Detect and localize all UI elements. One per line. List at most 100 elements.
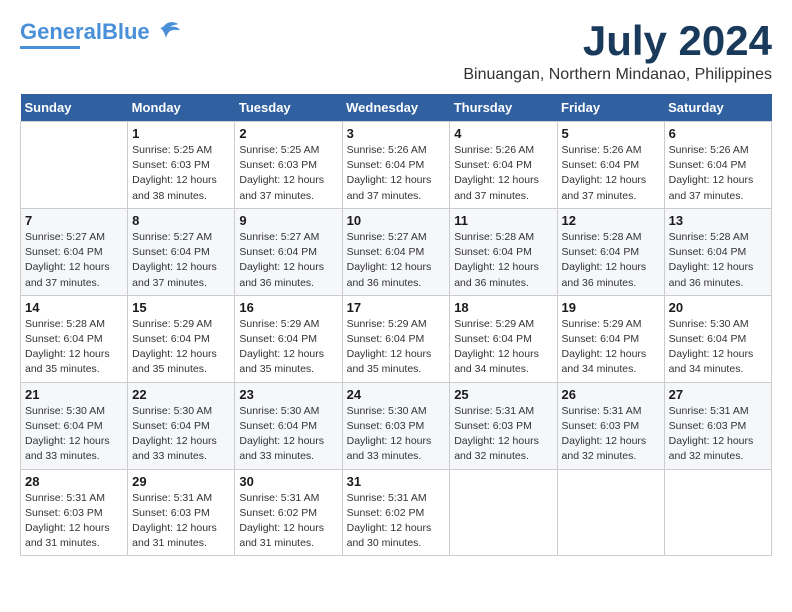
calendar-cell: 9 Sunrise: 5:27 AM Sunset: 6:04 PM Daylig… [235, 208, 342, 295]
calendar-week-row: 7 Sunrise: 5:27 AM Sunset: 6:04 PM Daylig… [21, 208, 772, 295]
calendar-header-row: SundayMondayTuesdayWednesdayThursdayFrid… [21, 94, 772, 122]
calendar-col-tuesday: Tuesday [235, 94, 342, 122]
calendar-cell: 30Sunrise: 5:31 AM Sunset: 6:02 PM Dayli… [235, 469, 342, 556]
calendar-week-row: 28 Sunrise: 5:31 AM Sunset: 6:03 PM Dayli… [21, 469, 772, 556]
calendar-cell: 31Sunrise: 5:31 AM Sunset: 6:02 PM Dayli… [342, 469, 450, 556]
day-number: 20 [669, 300, 767, 315]
calendar-cell: 21Sunrise: 5:30 AM Sunset: 6:04 PM Dayli… [21, 382, 128, 469]
day-info: Sunrise: 5:31 AM Sunset: 6:03 PM Dayligh… [25, 491, 123, 552]
day-info: Sunrise: 5:25 AM Sunset: 6:03 PM Dayligh… [239, 143, 337, 204]
day-info: Sunrise: 5:25 AM Sunset: 6:03 PM Dayligh… [132, 143, 230, 204]
day-info: Sunrise: 5:31 AM Sunset: 6:03 PM Dayligh… [562, 404, 660, 465]
day-number: 1 [132, 126, 230, 141]
calendar-cell: 12 Sunrise: 5:28 AM Sunset: 6:04 PM Dayli… [557, 208, 664, 295]
day-info: Sunrise: 5:28 AM Sunset: 6:04 PM Dayligh… [25, 317, 123, 378]
day-number: 9 [239, 213, 337, 228]
calendar-cell [664, 469, 771, 556]
day-info: Sunrise: 5:30 AM Sunset: 6:04 PM Dayligh… [669, 317, 767, 378]
day-info: Sunrise: 5:28 AM Sunset: 6:04 PM Dayligh… [454, 230, 552, 291]
logo-divider [20, 46, 80, 49]
day-number: 21 [25, 387, 123, 402]
calendar-cell: 22Sunrise: 5:30 AM Sunset: 6:04 PM Dayli… [128, 382, 235, 469]
calendar-cell: 26 Sunrise: 5:31 AM Sunset: 6:03 PM Dayli… [557, 382, 664, 469]
calendar-cell: 20 Sunrise: 5:30 AM Sunset: 6:04 PM Dayli… [664, 295, 771, 382]
day-number: 7 [25, 213, 123, 228]
day-number: 31 [347, 474, 446, 489]
day-info: Sunrise: 5:31 AM Sunset: 6:03 PM Dayligh… [454, 404, 552, 465]
logo-bird-icon [152, 20, 180, 44]
day-number: 25 [454, 387, 552, 402]
calendar-cell: 7 Sunrise: 5:27 AM Sunset: 6:04 PM Daylig… [21, 208, 128, 295]
logo-general: General [20, 19, 102, 44]
calendar-week-row: 21 Sunrise: 5:30 AM Sunset: 6:04 PM Dayli… [21, 382, 772, 469]
calendar-cell: 2 Sunrise: 5:25 AM Sunset: 6:03 PM Daylig… [235, 122, 342, 209]
calendar-week-row: 1 Sunrise: 5:25 AM Sunset: 6:03 PM Daylig… [21, 122, 772, 209]
day-info: Sunrise: 5:29 AM Sunset: 6:04 PM Dayligh… [347, 317, 446, 378]
day-info: Sunrise: 5:28 AM Sunset: 6:04 PM Dayligh… [562, 230, 660, 291]
calendar-cell [450, 469, 557, 556]
day-number: 16 [239, 300, 337, 315]
day-number: 23 [239, 387, 337, 402]
calendar-col-monday: Monday [128, 94, 235, 122]
calendar-col-friday: Friday [557, 94, 664, 122]
day-info: Sunrise: 5:31 AM Sunset: 6:03 PM Dayligh… [132, 491, 230, 552]
calendar-cell: 29 Sunrise: 5:31 AM Sunset: 6:03 PM Dayli… [128, 469, 235, 556]
day-number: 14 [25, 300, 123, 315]
calendar-cell: 24Sunrise: 5:30 AM Sunset: 6:03 PM Dayli… [342, 382, 450, 469]
day-info: Sunrise: 5:29 AM Sunset: 6:04 PM Dayligh… [239, 317, 337, 378]
page-header: GeneralBlue July 2024 Binuangan, Norther… [20, 20, 772, 84]
day-number: 26 [562, 387, 660, 402]
day-number: 3 [347, 126, 446, 141]
calendar-cell: 6 Sunrise: 5:26 AM Sunset: 6:04 PM Daylig… [664, 122, 771, 209]
calendar-cell [557, 469, 664, 556]
day-number: 17 [347, 300, 446, 315]
day-number: 6 [669, 126, 767, 141]
day-number: 13 [669, 213, 767, 228]
calendar-col-thursday: Thursday [450, 94, 557, 122]
title-section: July 2024 Binuangan, Northern Mindanao, … [463, 20, 772, 84]
day-info: Sunrise: 5:27 AM Sunset: 6:04 PM Dayligh… [25, 230, 123, 291]
calendar-cell: 4Sunrise: 5:26 AM Sunset: 6:04 PM Daylig… [450, 122, 557, 209]
calendar-cell: 18 Sunrise: 5:29 AM Sunset: 6:04 PM Dayli… [450, 295, 557, 382]
day-number: 27 [669, 387, 767, 402]
calendar-cell: 25 Sunrise: 5:31 AM Sunset: 6:03 PM Dayli… [450, 382, 557, 469]
calendar-cell: 27 Sunrise: 5:31 AM Sunset: 6:03 PM Dayli… [664, 382, 771, 469]
calendar-cell: 5Sunrise: 5:26 AM Sunset: 6:04 PM Daylig… [557, 122, 664, 209]
day-number: 29 [132, 474, 230, 489]
day-number: 10 [347, 213, 446, 228]
calendar-cell: 10Sunrise: 5:27 AM Sunset: 6:04 PM Dayli… [342, 208, 450, 295]
calendar-cell: 17 Sunrise: 5:29 AM Sunset: 6:04 PM Dayli… [342, 295, 450, 382]
day-number: 12 [562, 213, 660, 228]
calendar-cell: 28 Sunrise: 5:31 AM Sunset: 6:03 PM Dayli… [21, 469, 128, 556]
day-number: 15 [132, 300, 230, 315]
day-number: 18 [454, 300, 552, 315]
day-info: Sunrise: 5:31 AM Sunset: 6:03 PM Dayligh… [669, 404, 767, 465]
day-info: Sunrise: 5:28 AM Sunset: 6:04 PM Dayligh… [669, 230, 767, 291]
calendar-cell: 13 Sunrise: 5:28 AM Sunset: 6:04 PM Dayli… [664, 208, 771, 295]
day-info: Sunrise: 5:26 AM Sunset: 6:04 PM Dayligh… [454, 143, 552, 204]
calendar-week-row: 14 Sunrise: 5:28 AM Sunset: 6:04 PM Dayli… [21, 295, 772, 382]
day-info: Sunrise: 5:30 AM Sunset: 6:03 PM Dayligh… [347, 404, 446, 465]
day-info: Sunrise: 5:27 AM Sunset: 6:04 PM Dayligh… [239, 230, 337, 291]
day-number: 19 [562, 300, 660, 315]
logo-blue: Blue [102, 19, 150, 44]
day-number: 2 [239, 126, 337, 141]
day-info: Sunrise: 5:29 AM Sunset: 6:04 PM Dayligh… [562, 317, 660, 378]
day-info: Sunrise: 5:31 AM Sunset: 6:02 PM Dayligh… [239, 491, 337, 552]
day-info: Sunrise: 5:26 AM Sunset: 6:04 PM Dayligh… [669, 143, 767, 204]
day-info: Sunrise: 5:30 AM Sunset: 6:04 PM Dayligh… [132, 404, 230, 465]
calendar-cell: 1 Sunrise: 5:25 AM Sunset: 6:03 PM Daylig… [128, 122, 235, 209]
calendar-cell: 11Sunrise: 5:28 AM Sunset: 6:04 PM Dayli… [450, 208, 557, 295]
page-subtitle: Binuangan, Northern Mindanao, Philippine… [463, 66, 772, 84]
day-info: Sunrise: 5:26 AM Sunset: 6:04 PM Dayligh… [347, 143, 446, 204]
calendar-cell: 16 Sunrise: 5:29 AM Sunset: 6:04 PM Dayli… [235, 295, 342, 382]
calendar-cell: 19 Sunrise: 5:29 AM Sunset: 6:04 PM Dayli… [557, 295, 664, 382]
calendar-cell: 14 Sunrise: 5:28 AM Sunset: 6:04 PM Dayli… [21, 295, 128, 382]
day-info: Sunrise: 5:29 AM Sunset: 6:04 PM Dayligh… [454, 317, 552, 378]
day-number: 28 [25, 474, 123, 489]
day-info: Sunrise: 5:27 AM Sunset: 6:04 PM Dayligh… [132, 230, 230, 291]
logo-text: GeneralBlue [20, 21, 150, 43]
calendar-cell: 15Sunrise: 5:29 AM Sunset: 6:04 PM Dayli… [128, 295, 235, 382]
calendar-cell: 8Sunrise: 5:27 AM Sunset: 6:04 PM Daylig… [128, 208, 235, 295]
day-info: Sunrise: 5:26 AM Sunset: 6:04 PM Dayligh… [562, 143, 660, 204]
